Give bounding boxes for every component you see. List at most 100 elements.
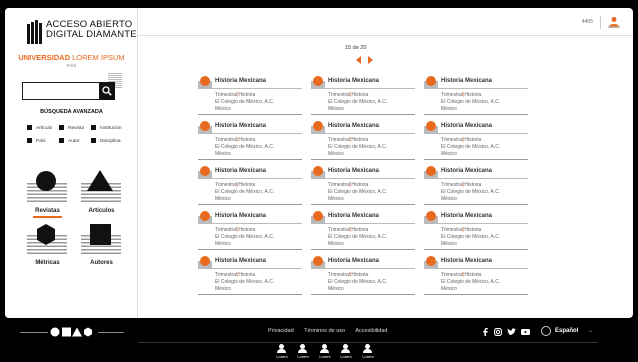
journal-card[interactable]: Historia Mexicana Trimestral|Historia El C… (198, 121, 302, 160)
journal-title[interactable]: Historia Mexicana (441, 78, 492, 84)
journal-title[interactable]: Historia Mexicana (328, 123, 379, 129)
language-selector[interactable]: Español (555, 328, 578, 334)
journal-title[interactable]: Historia Mexicana (215, 258, 266, 264)
journal-card[interactable]: Historia Mexicana Trimestral|Historia El C… (424, 121, 528, 160)
journal-card[interactable]: Historia Mexicana Trimestral|Historia El C… (198, 211, 302, 250)
square-icon (90, 224, 111, 245)
brand-logo[interactable]: ACCESO ABIERTO DIGITAL DIAMANTE (27, 20, 137, 48)
journal-discipline: Historia (464, 227, 482, 233)
journal-thumb-icon (424, 256, 438, 268)
journal-title[interactable]: Historia Mexicana (328, 213, 379, 219)
filter-institucion[interactable]: Institución (91, 125, 122, 131)
divider (98, 332, 124, 333)
footer-person-2[interactable]: Lorem (295, 344, 311, 362)
search-button[interactable] (99, 82, 115, 100)
journal-title[interactable]: Historia Mexicana (215, 168, 266, 174)
journal-discipline: Historia (238, 92, 256, 98)
filter-disciplina[interactable]: Disciplina (91, 138, 121, 144)
journal-discipline: Historia (351, 92, 369, 98)
journal-country: México (328, 286, 344, 292)
journal-title[interactable]: Historia Mexicana (441, 213, 492, 219)
journal-period: Trimestral (441, 227, 464, 233)
twitter-icon[interactable] (507, 328, 516, 336)
journal-title[interactable]: Historia Mexicana (215, 78, 266, 84)
footer-person-3[interactable]: Lorem (317, 344, 333, 362)
user-icon[interactable] (608, 16, 620, 28)
journal-card[interactable]: Historia Mexicana Trimestral|Historia El C… (198, 166, 302, 205)
journal-publisher: El Colegio de México, A.C. (441, 99, 501, 105)
journal-publisher: El Colegio de México, A.C. (441, 279, 501, 285)
journal-card[interactable]: Historia Mexicana Trimestral|Historia El C… (198, 76, 302, 115)
journal-publisher: El Colegio de México, A.C. (215, 234, 275, 240)
journal-card[interactable]: Historia Mexicana Trimestral|Historia El C… (311, 121, 415, 160)
footer-link-terminos[interactable]: Términos de uso (304, 328, 345, 334)
filter-pais[interactable]: País (27, 138, 46, 144)
next-page-button[interactable] (368, 56, 373, 64)
journal-title[interactable]: Historia Mexicana (328, 78, 379, 84)
journal-title[interactable]: Historia Mexicana (441, 168, 492, 174)
journal-meta: Trimestral|Historia El Colegio de México,… (215, 92, 275, 112)
person-label: Lorem (297, 354, 309, 359)
journal-card[interactable]: Historia Mexicana Trimestral|Historia El C… (311, 211, 415, 250)
tile-autores[interactable]: Autores (79, 222, 124, 272)
journal-card[interactable]: Historia Mexicana Trimestral|Historia El C… (424, 256, 528, 295)
journal-thumb-icon (198, 166, 212, 178)
journal-meta: Trimestral|Historia El Colegio de México,… (441, 182, 501, 202)
prev-page-button[interactable] (356, 56, 361, 64)
journal-country: México (215, 106, 231, 112)
filter-articulo[interactable]: Artículo (27, 125, 52, 131)
journal-publisher: El Colegio de México, A.C. (328, 99, 388, 105)
tile-metricas[interactable]: Métricas (25, 222, 70, 272)
journal-card[interactable]: Historia Mexicana Trimestral|Historia El C… (424, 211, 528, 250)
journal-title[interactable]: Historia Mexicana (441, 123, 492, 129)
filter-revista[interactable]: Revista (59, 125, 84, 131)
journal-meta: Trimestral|Historia El Colegio de México,… (328, 182, 388, 202)
footer-link-accesibilidad[interactable]: Accesibilidad (355, 328, 387, 334)
journal-country: México (328, 196, 344, 202)
journal-discipline: Historia (238, 227, 256, 233)
advanced-search-label[interactable]: BÚSQUEDA AVANZADA (5, 109, 138, 115)
footer: Privacidad Términos de uso Accesibilidad… (0, 318, 638, 362)
journal-period: Trimestral (441, 182, 464, 188)
divider (20, 332, 48, 333)
footer-person-4[interactable]: Lorem (338, 344, 354, 362)
circle-icon (36, 171, 56, 191)
journal-country: México (441, 241, 457, 247)
journal-publisher: El Colegio de México, A.C. (328, 279, 388, 285)
filter-autor[interactable]: Autor (59, 138, 79, 144)
journal-country: México (215, 241, 231, 247)
journal-thumb-icon (311, 256, 325, 268)
journal-title[interactable]: Historia Mexicana (215, 213, 266, 219)
tile-articulos[interactable]: Artículos (79, 170, 124, 220)
checkbox-icon (91, 125, 96, 130)
divider (198, 178, 302, 179)
journal-card[interactable]: Historia Mexicana Trimestral|Historia El C… (311, 256, 415, 295)
checkbox-icon (59, 138, 64, 143)
journal-publisher: El Colegio de México, A.C. (215, 279, 275, 285)
instagram-icon[interactable] (494, 328, 502, 336)
top-bar: 4405 (138, 8, 633, 36)
tile-label: Revistas (35, 208, 60, 214)
journal-title[interactable]: Historia Mexicana (328, 168, 379, 174)
divider (311, 223, 415, 224)
facebook-icon[interactable] (482, 328, 489, 336)
footer-person-5[interactable]: Lorem (360, 344, 376, 362)
journal-title[interactable]: Historia Mexicana (328, 258, 379, 264)
journal-card[interactable]: Historia Mexicana Trimestral|Historia El C… (198, 256, 302, 295)
journal-card[interactable]: Historia Mexicana Trimestral|Historia El C… (424, 76, 528, 115)
tile-revistas[interactable]: Revistas (25, 170, 70, 220)
journal-period: Trimestral (441, 92, 464, 98)
divider (424, 88, 528, 89)
journal-title[interactable]: Historia Mexicana (215, 123, 266, 129)
journal-period: Trimestral (215, 182, 238, 188)
chevron-down-icon[interactable]: ⌄ (588, 327, 593, 334)
youtube-icon[interactable] (521, 328, 530, 336)
footer-link-privacidad[interactable]: Privacidad (268, 328, 294, 334)
journal-card[interactable]: Historia Mexicana Trimestral|Historia El C… (424, 166, 528, 205)
journal-discipline: Historia (464, 137, 482, 143)
journal-card[interactable]: Historia Mexicana Trimestral|Historia El C… (311, 76, 415, 115)
journal-card[interactable]: Historia Mexicana Trimestral|Historia El C… (311, 166, 415, 205)
journal-title[interactable]: Historia Mexicana (441, 258, 492, 264)
tile-label: Métricas (35, 260, 60, 266)
footer-person-1[interactable]: Lorem (274, 344, 290, 362)
